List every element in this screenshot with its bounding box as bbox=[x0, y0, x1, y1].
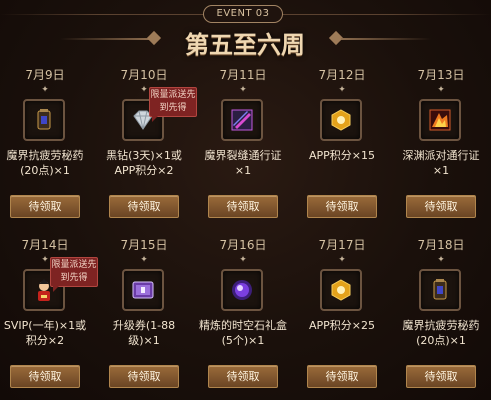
limited-offer-tag: 限量派送先到先得 bbox=[50, 257, 98, 292]
pass-ticket-icon bbox=[229, 107, 255, 133]
title-ornament-right bbox=[341, 38, 431, 40]
claim-button[interactable]: 待领取 bbox=[10, 365, 80, 388]
page-title: 第五至六周 bbox=[185, 30, 305, 59]
claim-button[interactable]: 待领取 bbox=[208, 365, 278, 388]
claim-button[interactable]: 待领取 bbox=[406, 365, 476, 388]
claim-button[interactable]: 待领取 bbox=[109, 195, 179, 218]
sparkle-icon: ✦ bbox=[437, 255, 445, 265]
reward-description: APP积分×25 bbox=[308, 319, 375, 332]
reward-description: 黑钻(3天)×1或APP积分×2 bbox=[106, 149, 182, 177]
reward-item-slot[interactable] bbox=[122, 269, 164, 311]
app-points-icon bbox=[328, 277, 354, 303]
reward-description: 魔界抗疲劳秘药(20点)×1 bbox=[402, 319, 480, 347]
potion-icon bbox=[427, 277, 453, 303]
sparkle-icon: ✦ bbox=[140, 255, 148, 265]
sparkle-icon: ✦ bbox=[41, 85, 49, 95]
claim-button[interactable]: 待领取 bbox=[10, 195, 80, 218]
reward-description: 升级券(1-88级)×1 bbox=[112, 319, 176, 347]
reward-item-slot[interactable] bbox=[221, 269, 263, 311]
sparkle-icon: ✦ bbox=[239, 255, 247, 265]
sparkle-icon: ✦ bbox=[338, 85, 346, 95]
reward-date: 7月15日 bbox=[120, 238, 168, 252]
claim-button[interactable]: 待领取 bbox=[208, 195, 278, 218]
reward-card: 7月9日 ✦ 魔界抗疲劳秘药(20点)×1 待领取 bbox=[0, 66, 90, 236]
reward-item-slot[interactable] bbox=[23, 99, 65, 141]
reward-item-slot[interactable] bbox=[419, 269, 461, 311]
sparkle-icon: ✦ bbox=[239, 85, 247, 95]
claim-button[interactable]: 待领取 bbox=[307, 195, 377, 218]
reward-card: 7月17日 ✦ APP积分×25 待领取 bbox=[297, 236, 387, 400]
potion-icon bbox=[31, 107, 57, 133]
reward-description: SVIP(一年)×1或积分×2 bbox=[3, 319, 87, 347]
reward-card: 7月13日 ✦ 深渊派对通行证×1 待领取 bbox=[396, 66, 486, 236]
reward-date: 7月12日 bbox=[318, 68, 366, 82]
reward-description: 魔界抗疲劳秘药(20点)×1 bbox=[6, 149, 84, 177]
reward-date: 7月13日 bbox=[417, 68, 465, 82]
orb-giftbox-icon bbox=[229, 277, 255, 303]
reward-item-slot[interactable] bbox=[419, 99, 461, 141]
limited-offer-tag: 限量派送先到先得 bbox=[149, 87, 197, 122]
reward-date: 7月17日 bbox=[318, 238, 366, 252]
reward-date: 7月14日 bbox=[21, 238, 69, 252]
reward-date: 7月11日 bbox=[219, 68, 267, 82]
sparkle-icon: ✦ bbox=[437, 85, 445, 95]
reward-item-slot[interactable] bbox=[221, 99, 263, 141]
title-ornament-left bbox=[60, 38, 150, 40]
abyss-ticket-icon bbox=[427, 107, 453, 133]
reward-card: 7月14日 ✦ 限量派送先到先得 SVIP(一年)×1或积分×2 待领取 bbox=[0, 236, 98, 400]
reward-description: 魔界裂缝通行证×1 bbox=[204, 149, 282, 177]
reward-date: 7月9日 bbox=[25, 68, 65, 82]
reward-item-slot[interactable] bbox=[320, 99, 362, 141]
claim-button[interactable]: 待领取 bbox=[109, 365, 179, 388]
event-label: EVENT 03 bbox=[203, 5, 283, 23]
sparkle-icon: ✦ bbox=[338, 255, 346, 265]
sparkle-icon: ✦ bbox=[140, 85, 148, 95]
app-points-icon bbox=[328, 107, 354, 133]
reward-date: 7月10日 bbox=[120, 68, 168, 82]
reward-date: 7月18日 bbox=[417, 238, 465, 252]
reward-card: 7月12日 ✦ APP积分×15 待领取 bbox=[297, 66, 387, 236]
claim-button[interactable]: 待领取 bbox=[307, 365, 377, 388]
reward-description: 深渊派对通行证×1 bbox=[402, 149, 480, 177]
reward-card: 7月10日 ✦ 限量派送先到先得 黑钻(3天)×1或APP积分×2 待领取 bbox=[99, 66, 197, 236]
reward-card: 7月11日 ✦ 魔界裂缝通行证×1 待领取 bbox=[198, 66, 288, 236]
reward-card: 7月18日 ✦ 魔界抗疲劳秘药(20点)×1 待领取 bbox=[396, 236, 486, 400]
reward-description: 精炼的时空石礼盒(5个)×1 bbox=[199, 319, 287, 347]
title-ornament-diamond-left bbox=[146, 30, 162, 46]
reward-description: APP积分×15 bbox=[308, 149, 375, 162]
claim-button[interactable]: 待领取 bbox=[406, 195, 476, 218]
level-coupon-icon bbox=[130, 277, 156, 303]
reward-card: 7月15日 ✦ 升级券(1-88级)×1 待领取 bbox=[99, 236, 189, 400]
reward-date: 7月16日 bbox=[219, 238, 267, 252]
sparkle-icon: ✦ bbox=[41, 255, 49, 265]
reward-card: 7月16日 ✦ 精炼的时空石礼盒(5个)×1 待领取 bbox=[198, 236, 288, 400]
reward-item-slot[interactable] bbox=[320, 269, 362, 311]
